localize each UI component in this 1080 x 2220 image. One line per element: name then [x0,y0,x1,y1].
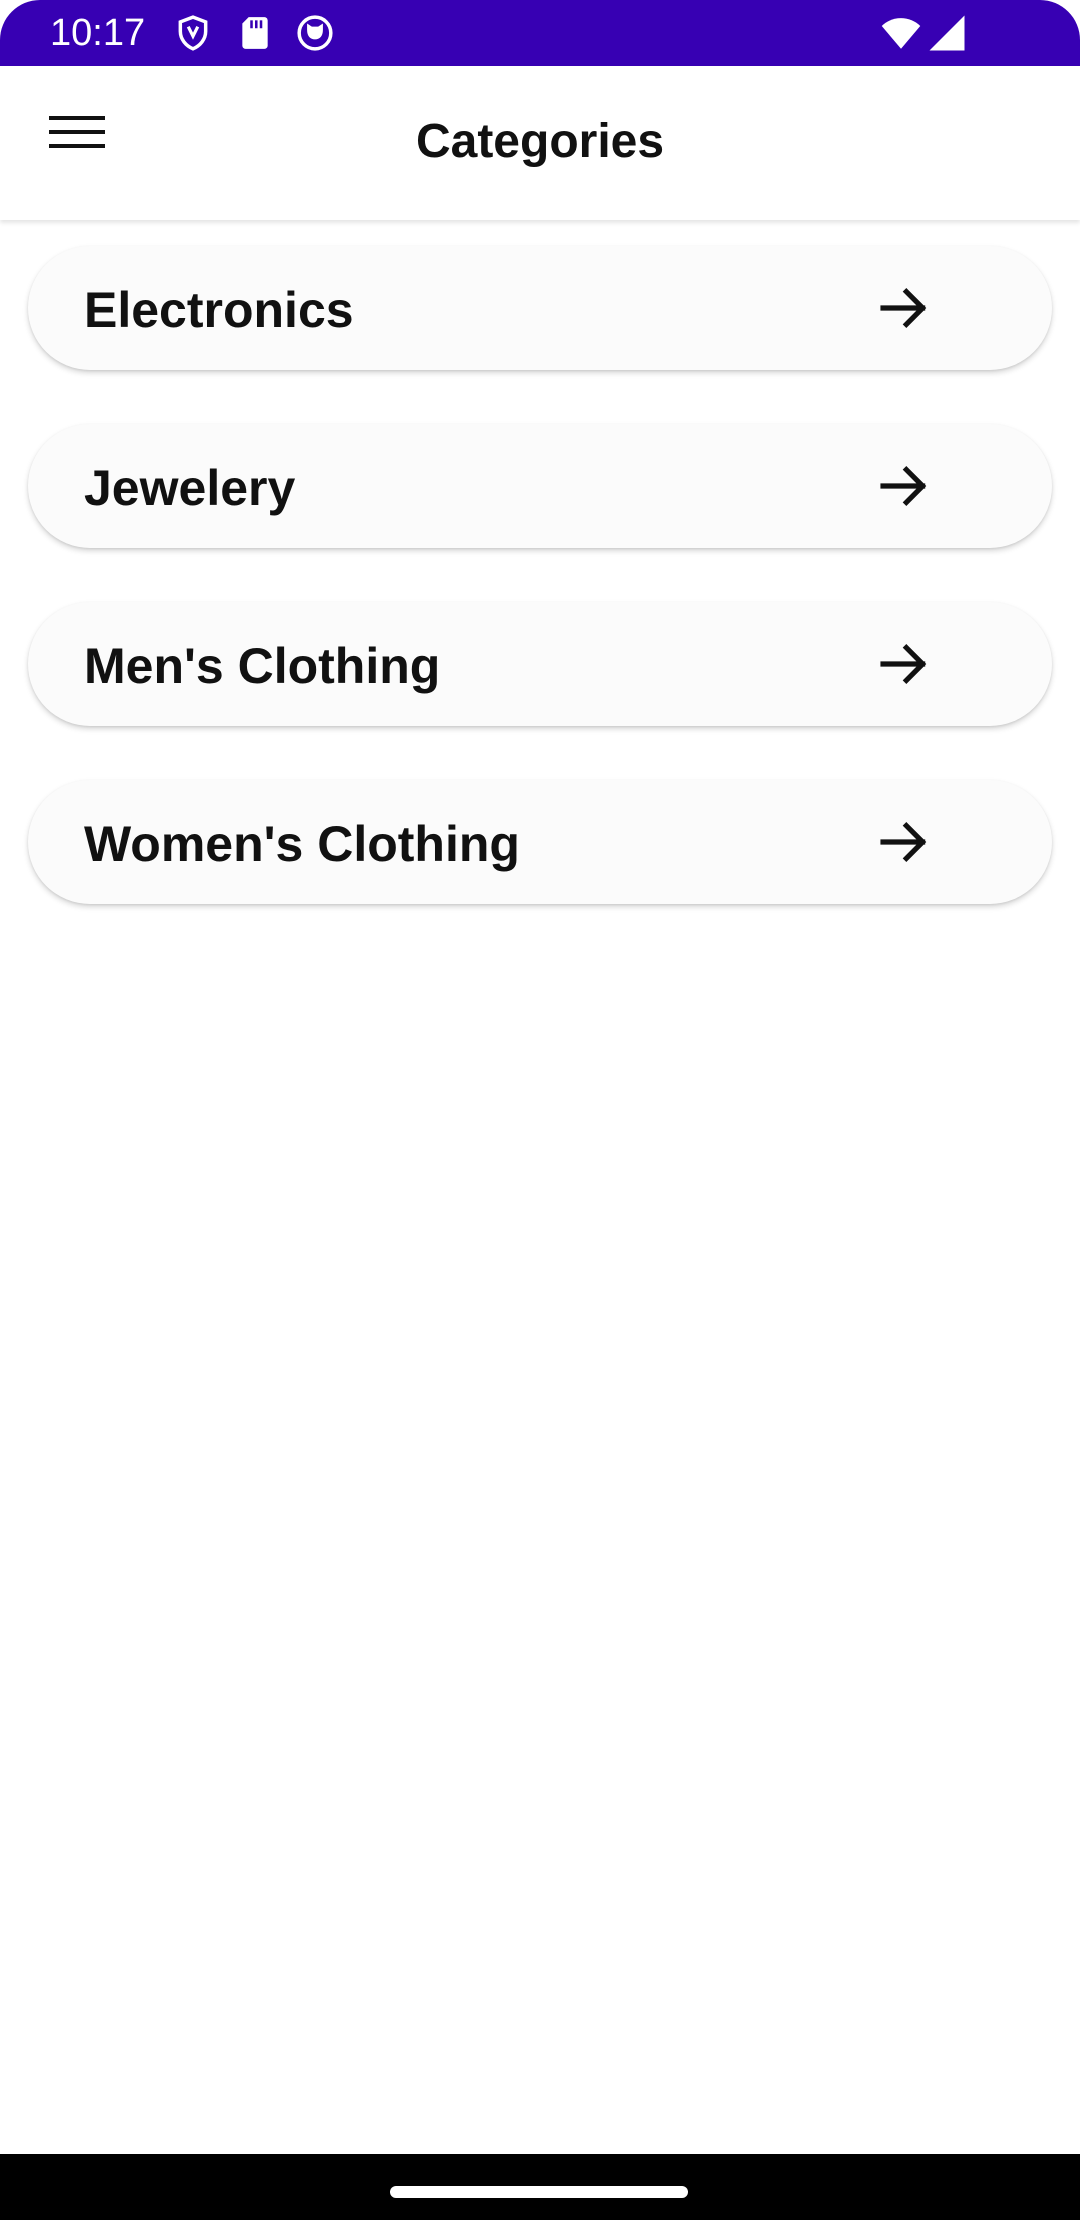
cat-face-icon [296,14,334,52]
signal-icon [926,12,968,54]
category-item-electronics[interactable]: Electronics [28,246,1052,370]
screen: 10:17 Categories Electronics Jewelery Me… [0,0,1080,2220]
category-label: Jewelery [84,460,296,516]
category-item-womens-clothing[interactable]: Women's Clothing [28,780,1052,904]
category-item-mens-clothing[interactable]: Men's Clothing [28,602,1052,726]
navigation-bar [0,2154,1080,2220]
wifi-icon [880,12,922,54]
category-label: Men's Clothing [84,638,441,694]
arrow-right-icon [876,814,932,870]
shield-icon [174,14,212,52]
app-bar: Categories [0,66,1080,220]
category-item-jewelery[interactable]: Jewelery [28,424,1052,548]
category-label: Electronics [84,282,354,338]
arrow-right-icon [876,636,932,692]
status-bar: 10:17 [0,0,1080,66]
category-list: Electronics Jewelery Men's Clothing Wome… [28,246,1052,958]
category-label: Women's Clothing [84,816,520,872]
arrow-right-icon [876,458,932,514]
sd-card-icon [236,14,274,52]
home-gesture-handle[interactable] [390,2186,688,2198]
status-time: 10:17 [50,12,146,54]
arrow-right-icon [876,280,932,336]
page-title: Categories [415,115,665,168]
